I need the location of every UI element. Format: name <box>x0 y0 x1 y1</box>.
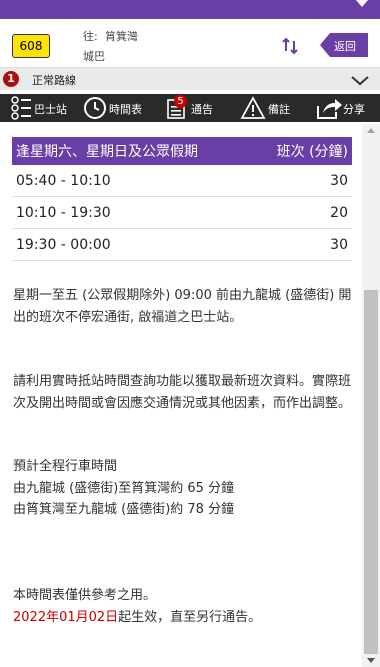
route-type-label: 正常路線 <box>32 74 76 87</box>
scrollbar[interactable] <box>362 124 380 667</box>
tab-timetable[interactable]: 時間表 <box>83 94 151 122</box>
time-range: 05:40 - 10:10 <box>12 165 252 197</box>
tab-remarks[interactable]: 備註 <box>240 94 300 122</box>
scroll-up-arrow-icon[interactable] <box>367 128 375 133</box>
table-row: 19:30 - 00:00 30 <box>12 228 352 261</box>
tab-label: 巴士站 <box>34 103 67 116</box>
timetable-content: 逢星期六、星期日及公眾假期 班次 (分鐘) 05:40 - 10:10 30 1… <box>0 124 362 667</box>
warning-icon <box>240 96 266 119</box>
tab-notices[interactable]: 5 通告 <box>166 94 226 122</box>
clock-icon <box>84 97 106 119</box>
top-status-bar <box>0 0 380 19</box>
destination-prefix: 往: <box>83 30 98 43</box>
chevron-down-icon[interactable] <box>350 72 370 91</box>
effective-suffix: 起生效，直至另行通告。 <box>118 610 262 625</box>
destination-name: 筲箕灣 <box>105 30 138 43</box>
effective-note: 2022年01月02日起生效，直至另行通告。 <box>13 607 353 629</box>
scroll-down-arrow-icon[interactable] <box>367 658 375 663</box>
journey-time-line: 由筲箕灣至九龍城 (盛德街)約 78 分鐘 <box>13 502 235 517</box>
operator-name: 城巴 <box>83 50 105 63</box>
bus-stop-list-icon <box>11 96 31 120</box>
share-icon <box>317 99 342 119</box>
frequency: 20 <box>251 196 352 229</box>
tab-bus-stops[interactable]: 巴士站 <box>10 94 72 122</box>
route-number-badge: 608 <box>12 34 50 58</box>
back-button[interactable]: 返回 <box>320 33 368 57</box>
frequency: 30 <box>251 165 352 197</box>
route-index-badge: 1 <box>3 71 19 87</box>
weekday-note: 星期一至五 (公眾假期除外) 09:00 前由九龍城 (盛德街) 開出的班次不停… <box>13 288 352 325</box>
route-selector-bar[interactable]: 1 正常路線 <box>0 67 380 90</box>
chevron-down-icon[interactable] <box>356 0 368 7</box>
journey-time-line: 由九龍城 (盛德街)至筲箕灣約 65 分鐘 <box>13 481 235 496</box>
route-header: 608 往: 筲箕灣 城巴 返回 <box>0 19 380 67</box>
timetable-table: 逢星期六、星期日及公眾假期 班次 (分鐘) 05:40 - 10:10 30 1… <box>12 137 352 261</box>
back-button-label: 返回 <box>334 40 356 53</box>
tab-label: 時間表 <box>109 103 142 116</box>
reference-note: 本時間表僅供參考之用。 <box>13 588 157 603</box>
table-row: 05:40 - 10:10 30 <box>12 165 352 197</box>
header-frequency: 班次 (分鐘) <box>251 137 352 165</box>
tab-label: 備註 <box>268 103 290 116</box>
header-period: 逢星期六、星期日及公眾假期 <box>12 137 252 165</box>
time-range: 10:10 - 19:30 <box>12 196 252 229</box>
effective-date: 2022年01月02日 <box>13 610 119 625</box>
notice-count-badge: 5 <box>174 95 187 108</box>
route-toolbar: 巴士站 時間表 5 通告 備註 分享 <box>0 94 380 122</box>
tab-label: 通告 <box>191 103 213 116</box>
realtime-note: 請利用實時抵站時間查詢功能以獲取最新班次資料。實際班次及開出時間或會因應交通情況… <box>13 374 352 411</box>
tab-share[interactable]: 分享 <box>315 94 375 122</box>
table-row: 10:10 - 19:30 20 <box>12 196 352 229</box>
journey-time-title: 預計全程行車時間 <box>13 459 118 474</box>
frequency: 30 <box>251 228 352 261</box>
swap-direction-icon[interactable] <box>280 36 300 56</box>
time-range: 19:30 - 00:00 <box>12 228 252 261</box>
tab-label: 分享 <box>343 103 365 116</box>
scrollbar-thumb[interactable] <box>364 290 378 654</box>
